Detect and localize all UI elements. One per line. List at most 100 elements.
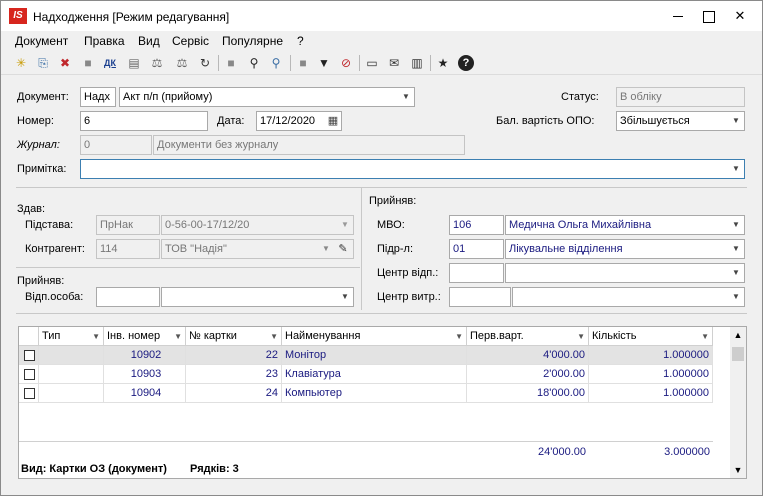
pencil-icon[interactable]: ✎: [336, 240, 350, 258]
dept-code-field[interactable]: 01: [449, 239, 504, 259]
chevron-down-icon: ▼: [322, 244, 330, 253]
chevron-down-icon[interactable]: ▼: [729, 240, 743, 258]
column-header-cost[interactable]: Перв.варт. ▼: [467, 327, 589, 346]
tax-icon[interactable]: ▤: [125, 54, 143, 72]
column-header-name-label: Найменування: [285, 330, 361, 342]
card-cell: 23: [186, 365, 282, 384]
column-header-qty[interactable]: Кількість ▼: [589, 327, 713, 346]
row-checkbox[interactable]: [24, 388, 35, 399]
chevron-down-icon[interactable]: ▼: [729, 264, 743, 282]
star-icon[interactable]: ★: [434, 54, 452, 72]
inv-cell: 10902: [104, 346, 186, 365]
divider: [16, 187, 747, 188]
grey-icon[interactable]: ■: [79, 54, 97, 72]
journal-code-field: 0: [80, 135, 152, 155]
dept-label: Підр-л:: [377, 243, 414, 255]
note-label: Примітка:: [17, 163, 67, 175]
document-label: Документ:: [17, 91, 69, 103]
row-checkbox-cell[interactable]: [19, 346, 39, 365]
column-header-qty-label: Кількість: [592, 330, 637, 342]
delete-doc-icon[interactable]: ✖: [56, 54, 74, 72]
opo-value: Збільшується: [620, 115, 690, 127]
menu-help[interactable]: ?: [297, 34, 304, 48]
zdav-section-label: Здав:: [17, 203, 46, 215]
number-field[interactable]: 6: [80, 111, 208, 131]
cost-center-name-select[interactable]: [512, 287, 745, 307]
mvo-name-select[interactable]: Медична Ольга Михайлівна: [505, 215, 745, 235]
grey-square-icon[interactable]: ■: [294, 54, 312, 72]
mail-icon[interactable]: ✉: [385, 54, 403, 72]
chevron-down-icon[interactable]: ▼: [729, 216, 743, 234]
find-next-icon[interactable]: ⚲: [267, 54, 285, 72]
chevron-up-icon[interactable]: ▲: [730, 327, 746, 343]
row-checkbox-cell[interactable]: [19, 365, 39, 384]
column-header-type[interactable]: Тип ▼: [39, 327, 104, 346]
opo-select[interactable]: Збільшується: [616, 111, 745, 131]
toolbar-separator: [359, 55, 360, 71]
mvo-code-field[interactable]: 106: [449, 215, 504, 235]
table-row[interactable]: 10902 22 Монітор 4'000.00 1.000000: [19, 346, 713, 365]
journal-name-field: Документи без журналу: [153, 135, 465, 155]
date-value: 17/12/2020: [260, 115, 316, 127]
document-code-field[interactable]: Надх: [80, 87, 116, 107]
columns-icon[interactable]: ▥: [408, 54, 426, 72]
menu-view[interactable]: Вид: [138, 34, 160, 48]
document-type-value: Акт п/п (прийому): [123, 91, 213, 103]
chevron-down-icon[interactable]: ▼: [729, 160, 743, 178]
resp-center-name-select[interactable]: [505, 263, 745, 283]
opo-label: Бал. вартість ОПО:: [496, 115, 595, 127]
menu-service[interactable]: Сервіс: [172, 34, 209, 48]
chevron-down-icon[interactable]: ▼: [729, 112, 743, 130]
app-logo-icon: IS: [9, 8, 27, 24]
document-icon[interactable]: ▭: [363, 54, 381, 72]
chevron-down-icon[interactable]: ▼: [338, 288, 352, 306]
row-checkbox-cell[interactable]: [19, 384, 39, 403]
dept-name-select[interactable]: Лікувальне відділення: [505, 239, 745, 259]
cost-center-code-field[interactable]: [449, 287, 511, 307]
table-row[interactable]: 10903 23 Клавіатура 2'000.00 1.000000: [19, 365, 713, 384]
toolbar-separator: [290, 55, 291, 71]
new-copy-icon[interactable]: ⎘: [34, 54, 52, 72]
balance-icon[interactable]: ⚖: [148, 54, 166, 72]
chevron-down-icon[interactable]: ▼: [730, 462, 746, 478]
person-name-select[interactable]: [161, 287, 354, 307]
document-type-select[interactable]: Акт п/п (прийому): [119, 87, 415, 107]
vertical-scrollbar[interactable]: ▲ ▼: [730, 327, 746, 478]
menu-document[interactable]: Документ: [15, 34, 68, 48]
chevron-down-icon: ▼: [577, 332, 585, 341]
toolbar-separator: [218, 55, 219, 71]
row-checkbox[interactable]: [24, 350, 35, 361]
column-header-name[interactable]: Найменування ▼: [282, 327, 467, 346]
pryiniav-right-section-label: Прийняв:: [369, 195, 417, 207]
chevron-down-icon[interactable]: ▼: [399, 88, 413, 106]
find-icon[interactable]: ⚲: [245, 54, 263, 72]
qty-cell: 1.000000: [589, 346, 713, 365]
resp-center-code-field[interactable]: [449, 263, 504, 283]
menu-edit[interactable]: Правка: [84, 34, 125, 48]
clear-filter-icon[interactable]: ⊘: [337, 54, 355, 72]
chevron-down-icon: ▼: [92, 332, 100, 341]
column-header-inv[interactable]: Інв. номер ▼: [104, 327, 186, 346]
menu-popular[interactable]: Популярне: [222, 34, 283, 48]
balance-down-icon[interactable]: ⚖: [173, 54, 191, 72]
note-field[interactable]: [80, 159, 745, 179]
help-icon[interactable]: ?: [458, 55, 474, 71]
minimize-button[interactable]: [663, 1, 693, 31]
column-header-card[interactable]: № картки ▼: [186, 327, 282, 346]
stop-icon[interactable]: ■: [222, 54, 240, 72]
refresh-icon[interactable]: ↻: [196, 54, 214, 72]
calendar-icon[interactable]: ▦: [326, 112, 340, 130]
scrollbar-thumb[interactable]: [732, 347, 744, 361]
chevron-down-icon[interactable]: ▼: [729, 288, 743, 306]
column-header-select[interactable]: [19, 327, 39, 346]
items-table: Тип ▼ Інв. номер ▼ № картки ▼ Найменування ▼…: [18, 326, 747, 479]
new-doc-icon[interactable]: ✳: [12, 54, 30, 72]
dept-name-value: Лікувальне відділення: [509, 243, 623, 255]
table-row[interactable]: 10904 24 Компьютер 18'000.00 1.000000: [19, 384, 713, 403]
filter-icon[interactable]: ▼: [315, 54, 333, 72]
dk-icon[interactable]: ДК: [101, 54, 119, 72]
close-button[interactable]: ✕: [725, 1, 755, 31]
person-code-field[interactable]: [96, 287, 160, 307]
maximize-button[interactable]: [693, 1, 723, 31]
row-checkbox[interactable]: [24, 369, 35, 380]
